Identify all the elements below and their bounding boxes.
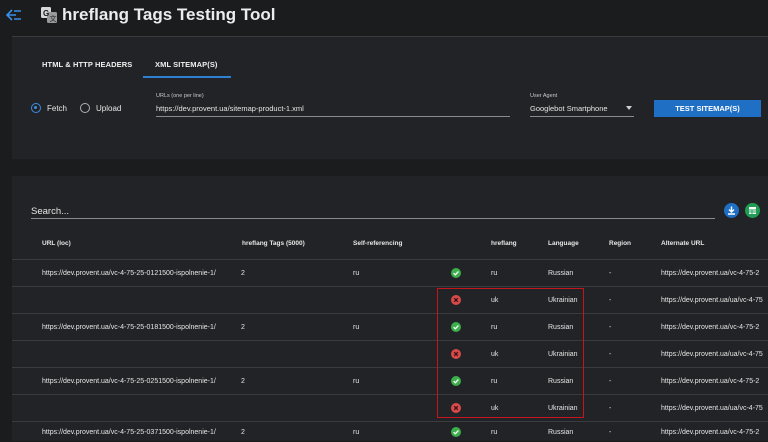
column-header-hreflang[interactable]: hreflang xyxy=(491,240,517,247)
google-sheets-icon xyxy=(749,207,756,214)
cell-language: Russian xyxy=(548,378,574,385)
error-circle-icon xyxy=(451,349,461,359)
download-icon xyxy=(728,206,735,215)
svg-text:G: G xyxy=(43,9,49,18)
table-row: https://dev.provent.ua/vc-4-75-25-018150… xyxy=(12,313,768,341)
cell-language: Russian xyxy=(548,270,574,277)
fetch-radio[interactable] xyxy=(31,103,41,113)
cell-region: - xyxy=(609,297,612,304)
upload-radio[interactable] xyxy=(80,103,90,113)
cell-url-loc: https://dev.provent.ua/vc-4-75-25-037150… xyxy=(42,429,216,436)
cell-self-referencing: ru xyxy=(353,324,360,331)
chevron-down-icon xyxy=(626,106,632,110)
table-row: https://dev.provent.ua/vc-4-75-25-025150… xyxy=(12,367,768,395)
google-sheets-button[interactable] xyxy=(745,203,760,218)
cell-url-loc: https://dev.provent.ua/vc-4-75-25-012150… xyxy=(42,270,216,277)
arrow-left-icon[interactable] xyxy=(6,8,22,22)
table-row: https://dev.provent.ua/vc-4-75-25-037150… xyxy=(12,421,768,442)
error-circle-icon xyxy=(451,295,461,305)
cell-alternate-url: https://dev.provent.ua/ua/vc-4-75 xyxy=(661,405,763,412)
table-row: https://dev.provent.ua/vc-4-75-25-012150… xyxy=(12,259,768,287)
cell-hreflang: ru xyxy=(491,270,498,277)
user-agent-value: Googlebot Smartphone xyxy=(530,104,608,113)
table-row: uk Ukrainian - https://dev.provent.ua/ua… xyxy=(12,394,768,422)
cell-hreflang-tags: 2 xyxy=(241,378,245,385)
cell-language: Ukrainian xyxy=(548,297,578,304)
test-sitemaps-button[interactable]: TEST SITEMAP(S) xyxy=(654,100,761,117)
cell-language: Russian xyxy=(548,324,574,331)
column-header-language[interactable]: Language xyxy=(548,240,579,247)
column-header-region[interactable]: Region xyxy=(609,240,631,247)
cell-url-loc: https://dev.provent.ua/vc-4-75-25-025150… xyxy=(42,378,216,385)
tab-html-http-headers[interactable]: HTML & HTTP HEADERS xyxy=(42,60,132,69)
check-circle-icon xyxy=(451,268,461,278)
active-tab-indicator xyxy=(143,76,231,78)
cell-self-referencing: ru xyxy=(353,270,360,277)
cell-region: - xyxy=(609,351,612,358)
cell-alternate-url: https://dev.provent.ua/ua/vc-4-75 xyxy=(661,351,763,358)
check-circle-icon xyxy=(451,376,461,386)
cell-hreflang: uk xyxy=(491,297,499,304)
cell-region: - xyxy=(609,429,612,436)
input-card xyxy=(12,36,768,159)
urls-input[interactable] xyxy=(156,100,510,117)
cell-region: - xyxy=(609,405,612,412)
cell-hreflang: ru xyxy=(491,378,498,385)
cell-self-referencing: ru xyxy=(353,378,360,385)
error-circle-icon xyxy=(451,403,461,413)
svg-text:文: 文 xyxy=(50,14,57,23)
cell-alternate-url: https://dev.provent.ua/vc-4-75-2 xyxy=(661,429,760,436)
cell-url-loc: https://dev.provent.ua/vc-4-75-25-018150… xyxy=(42,324,216,331)
upload-label: Upload xyxy=(96,104,122,113)
cell-language: Russian xyxy=(548,429,574,436)
tab-xml-sitemaps[interactable]: XML SITEMAP(S) xyxy=(155,60,218,69)
check-circle-icon xyxy=(451,427,461,437)
column-header-alternate-url[interactable]: Alternate URL xyxy=(661,240,704,247)
cell-region: - xyxy=(609,324,612,331)
check-circle-icon xyxy=(451,322,461,332)
table-row: uk Ukrainian - https://dev.provent.ua/ua… xyxy=(12,340,768,368)
user-agent-select[interactable]: Googlebot Smartphone xyxy=(530,100,634,117)
cell-hreflang-tags: 2 xyxy=(241,429,245,436)
cell-hreflang: ru xyxy=(491,324,498,331)
cell-hreflang: uk xyxy=(491,405,499,412)
top-bar: G 文 hreflang Tags Testing Tool xyxy=(0,0,768,32)
column-header-url-loc[interactable]: URL (loc) xyxy=(42,240,71,247)
cell-hreflang: uk xyxy=(491,351,499,358)
table-row: uk Ukrainian - https://dev.provent.ua/ua… xyxy=(12,286,768,314)
app-title: hreflang Tags Testing Tool xyxy=(62,5,276,24)
cell-language: Ukrainian xyxy=(548,351,578,358)
cell-alternate-url: https://dev.provent.ua/vc-4-75-2 xyxy=(661,378,760,385)
cell-hreflang: ru xyxy=(491,429,498,436)
column-header-self-referencing[interactable]: Self-referencing xyxy=(353,240,403,247)
cell-hreflang-tags: 2 xyxy=(241,324,245,331)
cell-region: - xyxy=(609,270,612,277)
user-agent-label: User Agent xyxy=(530,93,558,99)
translate-icon: G 文 xyxy=(41,7,57,23)
cell-self-referencing: ru xyxy=(353,429,360,436)
download-button[interactable] xyxy=(724,203,739,218)
column-header-hreflang-tags[interactable]: hreflang Tags (5000) xyxy=(242,240,305,247)
cell-language: Ukrainian xyxy=(548,405,578,412)
search-input[interactable] xyxy=(31,204,715,219)
cell-hreflang-tags: 2 xyxy=(241,270,245,277)
fetch-label: Fetch xyxy=(47,104,68,113)
cell-region: - xyxy=(609,378,612,385)
cell-alternate-url: https://dev.provent.ua/vc-4-75-2 xyxy=(661,324,760,331)
cell-alternate-url: https://dev.provent.ua/ua/vc-4-75 xyxy=(661,297,763,304)
cell-alternate-url: https://dev.provent.ua/vc-4-75-2 xyxy=(661,270,760,277)
urls-label: URLs (one per line) xyxy=(156,93,204,99)
